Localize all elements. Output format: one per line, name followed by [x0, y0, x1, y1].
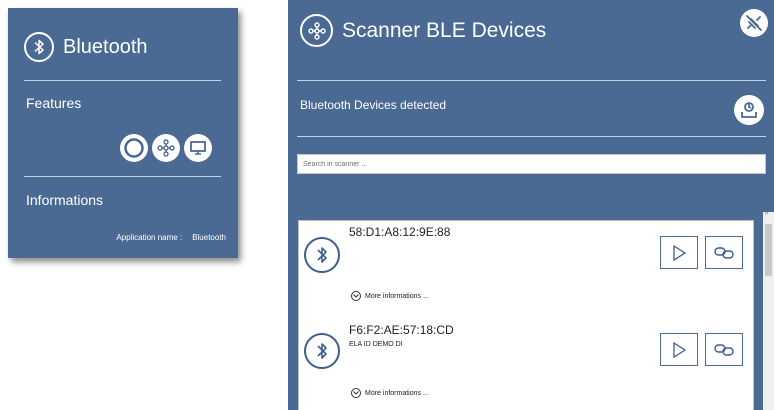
chevron-down-icon [351, 388, 361, 398]
chevron-down-icon [351, 291, 361, 301]
scrollbar-thumb[interactable] [765, 224, 772, 276]
informations-label: Informations [26, 192, 104, 208]
scanner-feature-button[interactable] [152, 134, 180, 162]
bluetooth-icon [24, 32, 54, 62]
refresh-button[interactable] [734, 95, 764, 125]
devices-detected-label: Bluetooth Devices detected [300, 98, 447, 112]
device-name: ELA ID DEMO DI [349, 341, 403, 348]
divider [297, 80, 766, 81]
connect-button[interactable] [705, 333, 743, 366]
application-card: Bluetooth Features Informations Applicat… [8, 8, 238, 258]
divider [24, 176, 221, 177]
scanner-panel: Scanner BLE Devices Bluetooth Devices de… [288, 0, 774, 410]
network-icon [300, 14, 333, 47]
list-item: F6:F2:AE:57:18:CD ELA ID DEMO DI More in… [299, 321, 753, 410]
app-name-label: Application name : [116, 233, 183, 242]
app-header: Bluetooth [24, 32, 148, 62]
list-item: 58:D1:A8:12:9E:88 More informations ... [299, 221, 753, 321]
more-informations-toggle[interactable]: More informations ... [351, 291, 429, 301]
connect-button[interactable] [705, 236, 743, 269]
more-informations-label: More informations ... [365, 292, 429, 300]
panel-title: Scanner BLE Devices [342, 18, 547, 42]
play-button[interactable] [660, 236, 698, 269]
device-mac: 58:D1:A8:12:9E:88 [349, 225, 451, 239]
bluetooth-icon [304, 333, 340, 369]
monitor-feature-button[interactable] [184, 134, 212, 162]
scroll-up-arrow-icon[interactable]: ^ [765, 212, 768, 219]
panel-header: Scanner BLE Devices [300, 14, 546, 47]
device-list: 58:D1:A8:12:9E:88 More informations ... … [298, 220, 754, 410]
bluetooth-icon [304, 237, 340, 273]
disconnect-button[interactable] [740, 9, 768, 37]
divider [297, 136, 766, 137]
more-informations-label: More informations ... [365, 389, 429, 397]
device-list-scrollbar[interactable]: ^ [763, 212, 774, 410]
application-name-row: Application name : Bluetooth [116, 233, 226, 242]
app-name-value: Bluetooth [192, 233, 226, 242]
divider [24, 80, 221, 81]
features-label: Features [26, 95, 82, 111]
search-input[interactable] [297, 154, 766, 174]
play-button[interactable] [660, 333, 698, 366]
feature-icon-row [120, 134, 212, 162]
more-informations-toggle[interactable]: More informations ... [351, 388, 429, 398]
device-mac: F6:F2:AE:57:18:CD [349, 323, 454, 337]
app-title: Bluetooth [63, 35, 148, 58]
circle-feature-button[interactable] [120, 134, 148, 162]
